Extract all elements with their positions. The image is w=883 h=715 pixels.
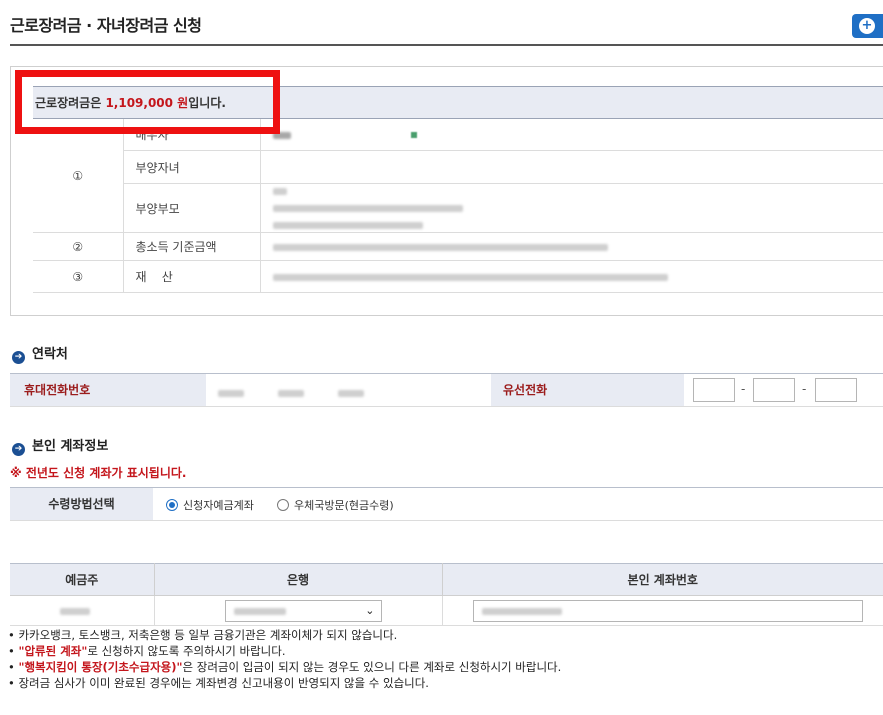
note-text: 로 신청하지 않도록 주의하시기 바랍니다.: [87, 644, 286, 658]
contact-section-title: ➔ 연락처: [12, 343, 68, 364]
payment-method-row: 수령방법선택 신청자예금계좌 우체국방문(현금수령): [10, 487, 883, 521]
highlight-annotation: [15, 70, 280, 134]
account-number-cell: [442, 595, 883, 626]
account-section-title: ➔ 본인 계좌정보: [12, 435, 108, 456]
title-divider: [10, 44, 883, 46]
note-text: 장려금 심사가 이미 완료된 경우에는 계좌변경 신고내용이 반영되지 않을 수…: [18, 676, 429, 690]
bank-select[interactable]: ⌄: [224, 599, 382, 622]
notes-list: • 카카오뱅크, 토스뱅크, 저축은행 등 일부 금융기관은 계좌이체가 되지 …: [8, 627, 561, 691]
note-item: • "행복지킴이 통장(기초수급자용)"은 장려금이 입금이 되지 않는 경우도…: [8, 660, 562, 674]
table-row: 부양부모: [33, 183, 883, 233]
method-label: 수령방법선택: [10, 488, 153, 520]
mobile-number-field[interactable]: [218, 386, 364, 400]
note-text: 카카오뱅크, 토스뱅크, 저축은행 등 일부 금융기관은 계좌이체가 되지 않습…: [18, 628, 398, 642]
note-item: • "압류된 계좌"로 신청하지 않도록 주의하시기 바랍니다.: [8, 644, 286, 658]
arrow-bullet-icon: ➔: [12, 351, 25, 364]
row-label: 부양자녀: [123, 150, 261, 184]
row-number: ②: [33, 232, 124, 261]
contact-title-text: 연락처: [32, 347, 68, 362]
bank-cell: ⌄: [154, 595, 443, 626]
mobile-label: 휴대전화번호: [10, 374, 206, 406]
dash: -: [802, 382, 807, 396]
post-office-option-label: 우체국방문(현금수령): [294, 499, 394, 512]
account-number-header: 본인 계좌번호: [442, 563, 883, 596]
row-label: 재 산: [123, 260, 261, 293]
post-office-radio[interactable]: [277, 499, 289, 511]
bank-account-option-label: 신청자예금계좌: [183, 499, 254, 512]
account-header-row: 예금주 은행 본인 계좌번호: [10, 563, 883, 596]
dash: -: [741, 382, 746, 396]
row-number: ③: [33, 260, 124, 293]
row-label: 총소득 기준금액: [123, 232, 261, 261]
holder-header: 예금주: [10, 563, 155, 596]
contact-row: 휴대전화번호 유선전화 - -: [10, 373, 883, 407]
table-row: 부양자녀: [33, 150, 883, 184]
table-row: ② 총소득 기준금액: [33, 232, 883, 261]
note-item: • 장려금 심사가 이미 완료된 경우에는 계좌변경 신고내용이 반영되지 않을…: [8, 676, 429, 690]
add-button[interactable]: +: [852, 14, 883, 38]
note-emphasis: "압류된 계좌": [18, 644, 88, 658]
chevron-down-icon: ⌄: [365, 603, 375, 617]
account-title-text: 본인 계좌정보: [32, 439, 109, 454]
row-value: [260, 183, 883, 233]
row-number: ①: [33, 118, 124, 233]
landline-label: 유선전화: [491, 374, 684, 406]
account-row: ⌄: [10, 595, 883, 626]
prior-account-notice: ※ 전년도 신청 계좌가 표시됩니다.: [10, 466, 187, 480]
table-row: ③ 재 산: [33, 260, 883, 293]
page-title: 근로장려금 · 자녀장려금 신청: [10, 16, 202, 35]
note-emphasis: "행복지킴이 통장(기초수급자용)": [18, 660, 183, 674]
bank-account-radio[interactable]: [166, 499, 178, 511]
account-table: 예금주 은행 본인 계좌번호 ⌄: [10, 563, 883, 626]
note-item: • 카카오뱅크, 토스뱅크, 저축은행 등 일부 금융기관은 계좌이체가 되지 …: [8, 628, 398, 642]
account-number-input[interactable]: [472, 599, 863, 622]
landline-part3-input[interactable]: [815, 378, 857, 402]
circle-plus-icon: +: [859, 18, 875, 34]
bank-header: 은행: [154, 563, 443, 596]
landline-part1-input[interactable]: [693, 378, 735, 402]
row-value: [260, 232, 883, 261]
row-value: [260, 118, 883, 151]
arrow-bullet-icon: ➔: [12, 443, 25, 456]
landline-part2-input[interactable]: [753, 378, 795, 402]
note-text: 은 장려금이 입금이 되지 않는 경우도 있으니 다른 계좌로 신청하시기 바랍…: [182, 660, 562, 674]
row-value: [260, 260, 883, 293]
row-value: [260, 150, 883, 184]
account-holder-cell: [10, 595, 155, 626]
row-label: 부양부모: [123, 183, 261, 233]
